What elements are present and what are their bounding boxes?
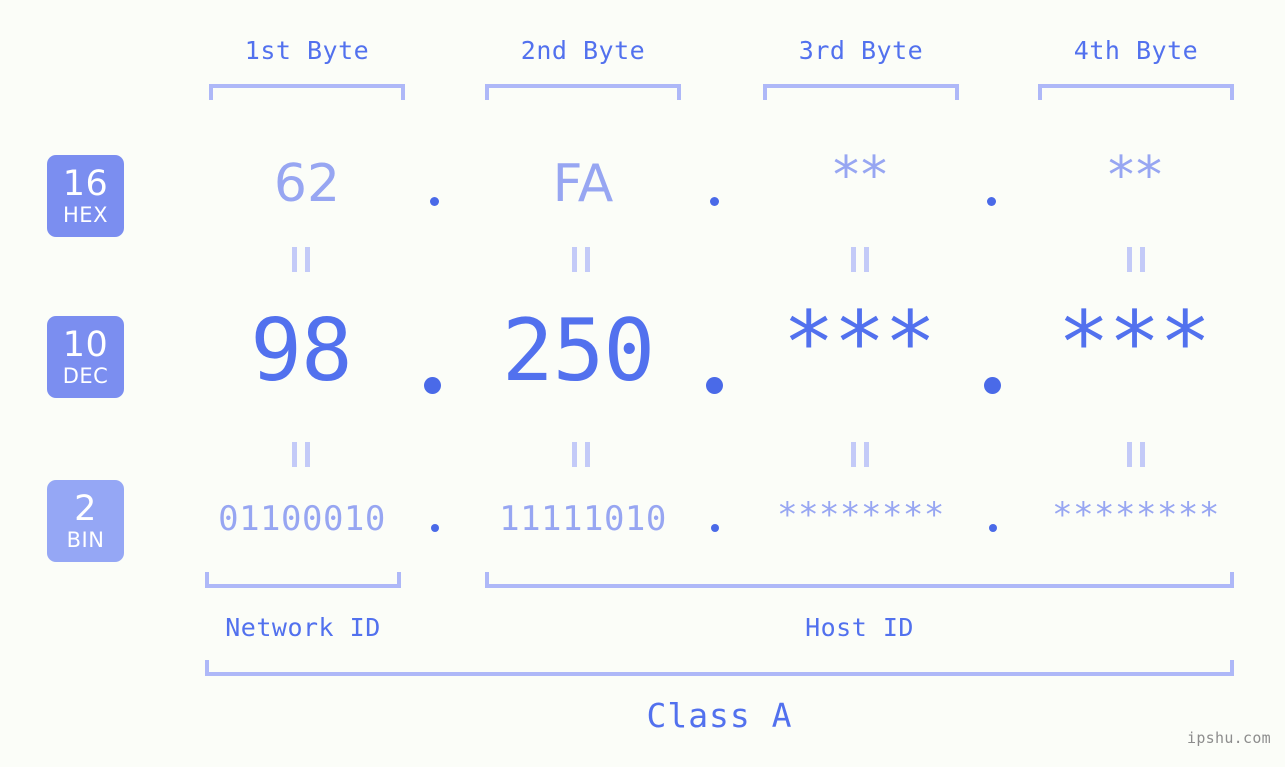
- hex-value-byte-4: **: [1108, 146, 1164, 206]
- bracket-host-id: [485, 572, 1234, 588]
- radix-badge-hex: 16 HEX: [47, 155, 124, 237]
- bracket-top-byte-2: [485, 84, 681, 100]
- equals-hex-dec-byte-1: [292, 247, 310, 272]
- bin-value-byte-4: ********: [1052, 495, 1220, 535]
- byte-header-1: 1st Byte: [244, 36, 370, 65]
- network-id-label: Network ID: [225, 613, 381, 642]
- host-id-label: Host ID: [805, 613, 914, 642]
- ip-byte-breakdown-diagram: 1st Byte 2nd Byte 3rd Byte 4th Byte 16 H…: [0, 0, 1285, 767]
- hex-value-byte-2: FA: [552, 154, 614, 214]
- hex-dot-separator-2: [710, 197, 719, 206]
- bracket-top-byte-4: [1038, 84, 1234, 100]
- equals-hex-dec-byte-4: [1127, 247, 1145, 272]
- dec-dot-separator-3: [984, 377, 1001, 394]
- equals-dec-bin-byte-3: [851, 442, 869, 467]
- watermark: ipshu.com: [1187, 729, 1271, 747]
- dec-value-byte-3: ***: [782, 293, 936, 393]
- dec-value-byte-2: 250: [501, 301, 655, 401]
- hex-dot-separator-1: [430, 197, 439, 206]
- hex-value-byte-3: **: [833, 146, 889, 206]
- bin-value-byte-2: 11111010: [499, 499, 667, 539]
- radix-badge-bin-number: 2: [74, 488, 97, 529]
- byte-header-3: 3rd Byte: [798, 36, 924, 65]
- bin-dot-separator-3: [989, 524, 997, 532]
- equals-hex-dec-byte-3: [851, 247, 869, 272]
- bracket-class: [205, 660, 1234, 676]
- radix-badge-dec-number: 10: [62, 324, 109, 365]
- dec-dot-separator-2: [706, 377, 723, 394]
- byte-header-2: 2nd Byte: [520, 36, 646, 65]
- bin-dot-separator-2: [711, 524, 719, 532]
- radix-badge-dec: 10 DEC: [47, 316, 124, 398]
- dec-value-byte-1: 98: [250, 301, 353, 401]
- hex-dot-separator-3: [987, 197, 996, 206]
- bracket-top-byte-3: [763, 84, 959, 100]
- bracket-top-byte-1: [209, 84, 405, 100]
- radix-badge-dec-unit: DEC: [62, 363, 109, 388]
- equals-dec-bin-byte-2: [572, 442, 590, 467]
- bin-dot-separator-1: [431, 524, 439, 532]
- hex-value-byte-1: 62: [273, 154, 341, 214]
- radix-badge-bin: 2 BIN: [47, 480, 124, 562]
- equals-dec-bin-byte-1: [292, 442, 310, 467]
- equals-hex-dec-byte-2: [572, 247, 590, 272]
- bin-value-byte-1: 01100010: [218, 499, 386, 539]
- radix-badge-hex-number: 16: [62, 163, 109, 204]
- byte-header-4: 4th Byte: [1073, 36, 1199, 65]
- radix-badge-hex-unit: HEX: [63, 202, 108, 227]
- bin-value-byte-3: ********: [777, 495, 945, 535]
- dec-dot-separator-1: [424, 377, 441, 394]
- equals-dec-bin-byte-4: [1127, 442, 1145, 467]
- dec-value-byte-4: ***: [1057, 293, 1211, 393]
- radix-badge-bin-unit: BIN: [66, 527, 105, 552]
- class-label: Class A: [646, 696, 793, 735]
- bracket-network-id: [205, 572, 401, 588]
